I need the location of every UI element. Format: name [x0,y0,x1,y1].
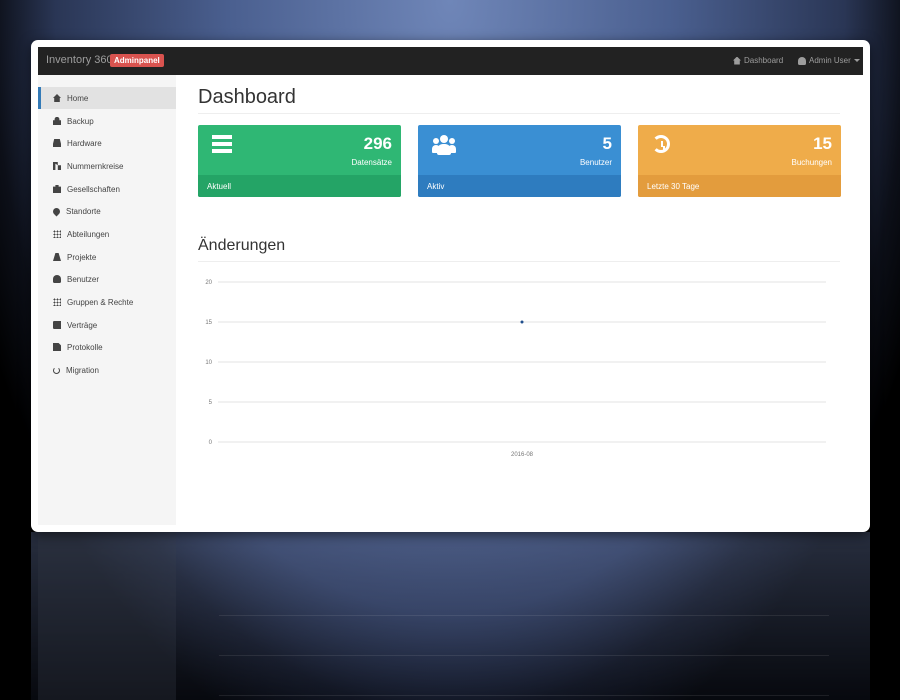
sidebar-item-label: Protokolle [67,342,103,352]
app-brand[interactable]: Inventory 360 [46,54,113,66]
sidebar-item-label: Backup [67,116,94,126]
changes-chart-svg: 0 5 10 15 20 2016-08 [205,280,826,458]
grid-icon [53,298,61,306]
users-count: 5 [602,134,612,153]
adminpanel-badge: Adminpanel [110,54,164,67]
x-tick-label: 2016-08 [511,452,534,458]
records-label: Datensätze [351,158,392,167]
page-title: Dashboard [198,86,296,108]
sidebar-item-label: Standorte [66,206,101,216]
user-menu-label: Admin User [809,56,851,65]
sidebar-item-label: Gruppen & Rechte [67,297,134,307]
sidebar-item-label: Hardware [67,138,102,148]
records-footer-label: Aktuell [207,181,232,191]
window-reflection [31,532,870,700]
briefcase-icon [53,185,61,193]
sidebar-item-label: Home [67,93,89,103]
bookings-footer-label: Letzte 30 Tage [647,181,700,191]
users-footer-label: Aktiv [427,181,445,191]
sidebar-item-vertraege[interactable]: Verträge [38,314,176,336]
sidebar-item-gesellschaften[interactable]: Gesellschaften [38,178,176,200]
bookings-label: Buchungen [791,158,832,167]
refresh-icon [53,366,60,374]
sidebar-item-backup[interactable]: Backup [38,110,176,132]
sidebar-item-protokolle[interactable]: Protokolle [38,336,176,358]
reflection-gridline [219,655,829,656]
bookings-footer: Letzte 30 Tage [638,175,841,197]
road-icon [53,253,61,261]
file-icon [53,343,61,351]
user-menu-dropdown[interactable]: Admin User [798,56,860,65]
users-footer: Aktiv [418,175,621,197]
sidebar-item-migration[interactable]: Migration [38,359,176,381]
y-tick-label: 5 [209,400,213,406]
sidebar: Home Backup Hardware Nummernkreise Gesel… [38,75,176,525]
records-panel[interactable]: 296 Datensätze Aktuell [198,125,401,197]
sidebar-item-abteilungen[interactable]: Abteilungen [38,223,176,245]
reflection-sidebar [38,532,176,700]
map-marker-icon [51,206,62,216]
sidebar-item-label: Nummernkreise [67,161,124,171]
home-icon [733,56,741,65]
sidebar-item-label: Benutzer [67,274,100,284]
reflection-gridline [219,615,829,616]
users-icon [432,135,456,155]
lock-icon [53,117,61,125]
sidebar-item-standorte[interactable]: Standorte [38,200,176,222]
y-tick-label: 10 [205,360,212,366]
sidebar-item-label: Verträge [67,320,98,330]
nav-dashboard-label: Dashboard [744,56,784,65]
top-navbar: Inventory 360 Adminpanel Dashboard Admin… [38,47,863,75]
y-tick-label: 0 [209,440,213,446]
y-tick-label: 15 [205,320,212,326]
changes-section-title: Änderungen [198,237,286,254]
home-icon [53,94,61,102]
sidebar-item-label: Abteilungen [67,229,110,239]
user-icon [798,56,806,65]
history-icon [652,135,670,153]
sidebar-item-benutzer[interactable]: Benutzer [38,268,176,290]
sidebar-item-home[interactable]: Home [38,87,176,109]
reflection-gridline [219,695,829,696]
sidebar-item-label: Migration [66,365,99,375]
changes-chart: 0 5 10 15 20 2016-08 [198,270,840,470]
list-icon [212,135,236,155]
nav-dashboard-link[interactable]: Dashboard [733,56,783,65]
grid-icon [53,230,61,238]
hdd-icon [53,139,61,147]
records-count: 296 [363,134,392,153]
sidebar-item-gruppen-rechte[interactable]: Gruppen & Rechte [38,291,176,313]
sort-icon [53,162,61,170]
y-tick-label: 20 [205,280,212,286]
bookings-count: 15 [813,134,832,153]
sidebar-item-label: Gesellschaften [67,184,120,194]
caret-down-icon [853,59,860,62]
users-panel[interactable]: 5 Benutzer Aktiv [418,125,621,197]
user-icon [53,275,61,283]
sidebar-item-label: Projekte [67,252,97,262]
title-divider [198,113,840,114]
users-label: Benutzer [579,158,612,167]
sidebar-item-projekte[interactable]: Projekte [38,246,176,268]
app-window: Inventory 360 Adminpanel Dashboard Admin… [31,40,870,532]
book-icon [53,321,61,329]
section-divider [198,261,840,262]
sidebar-item-hardware[interactable]: Hardware [38,132,176,154]
sidebar-item-nummernkreise[interactable]: Nummernkreise [38,155,176,177]
chart-data-point[interactable] [520,320,524,324]
bookings-panel[interactable]: 15 Buchungen Letzte 30 Tage [638,125,841,197]
records-footer: Aktuell [198,175,401,197]
